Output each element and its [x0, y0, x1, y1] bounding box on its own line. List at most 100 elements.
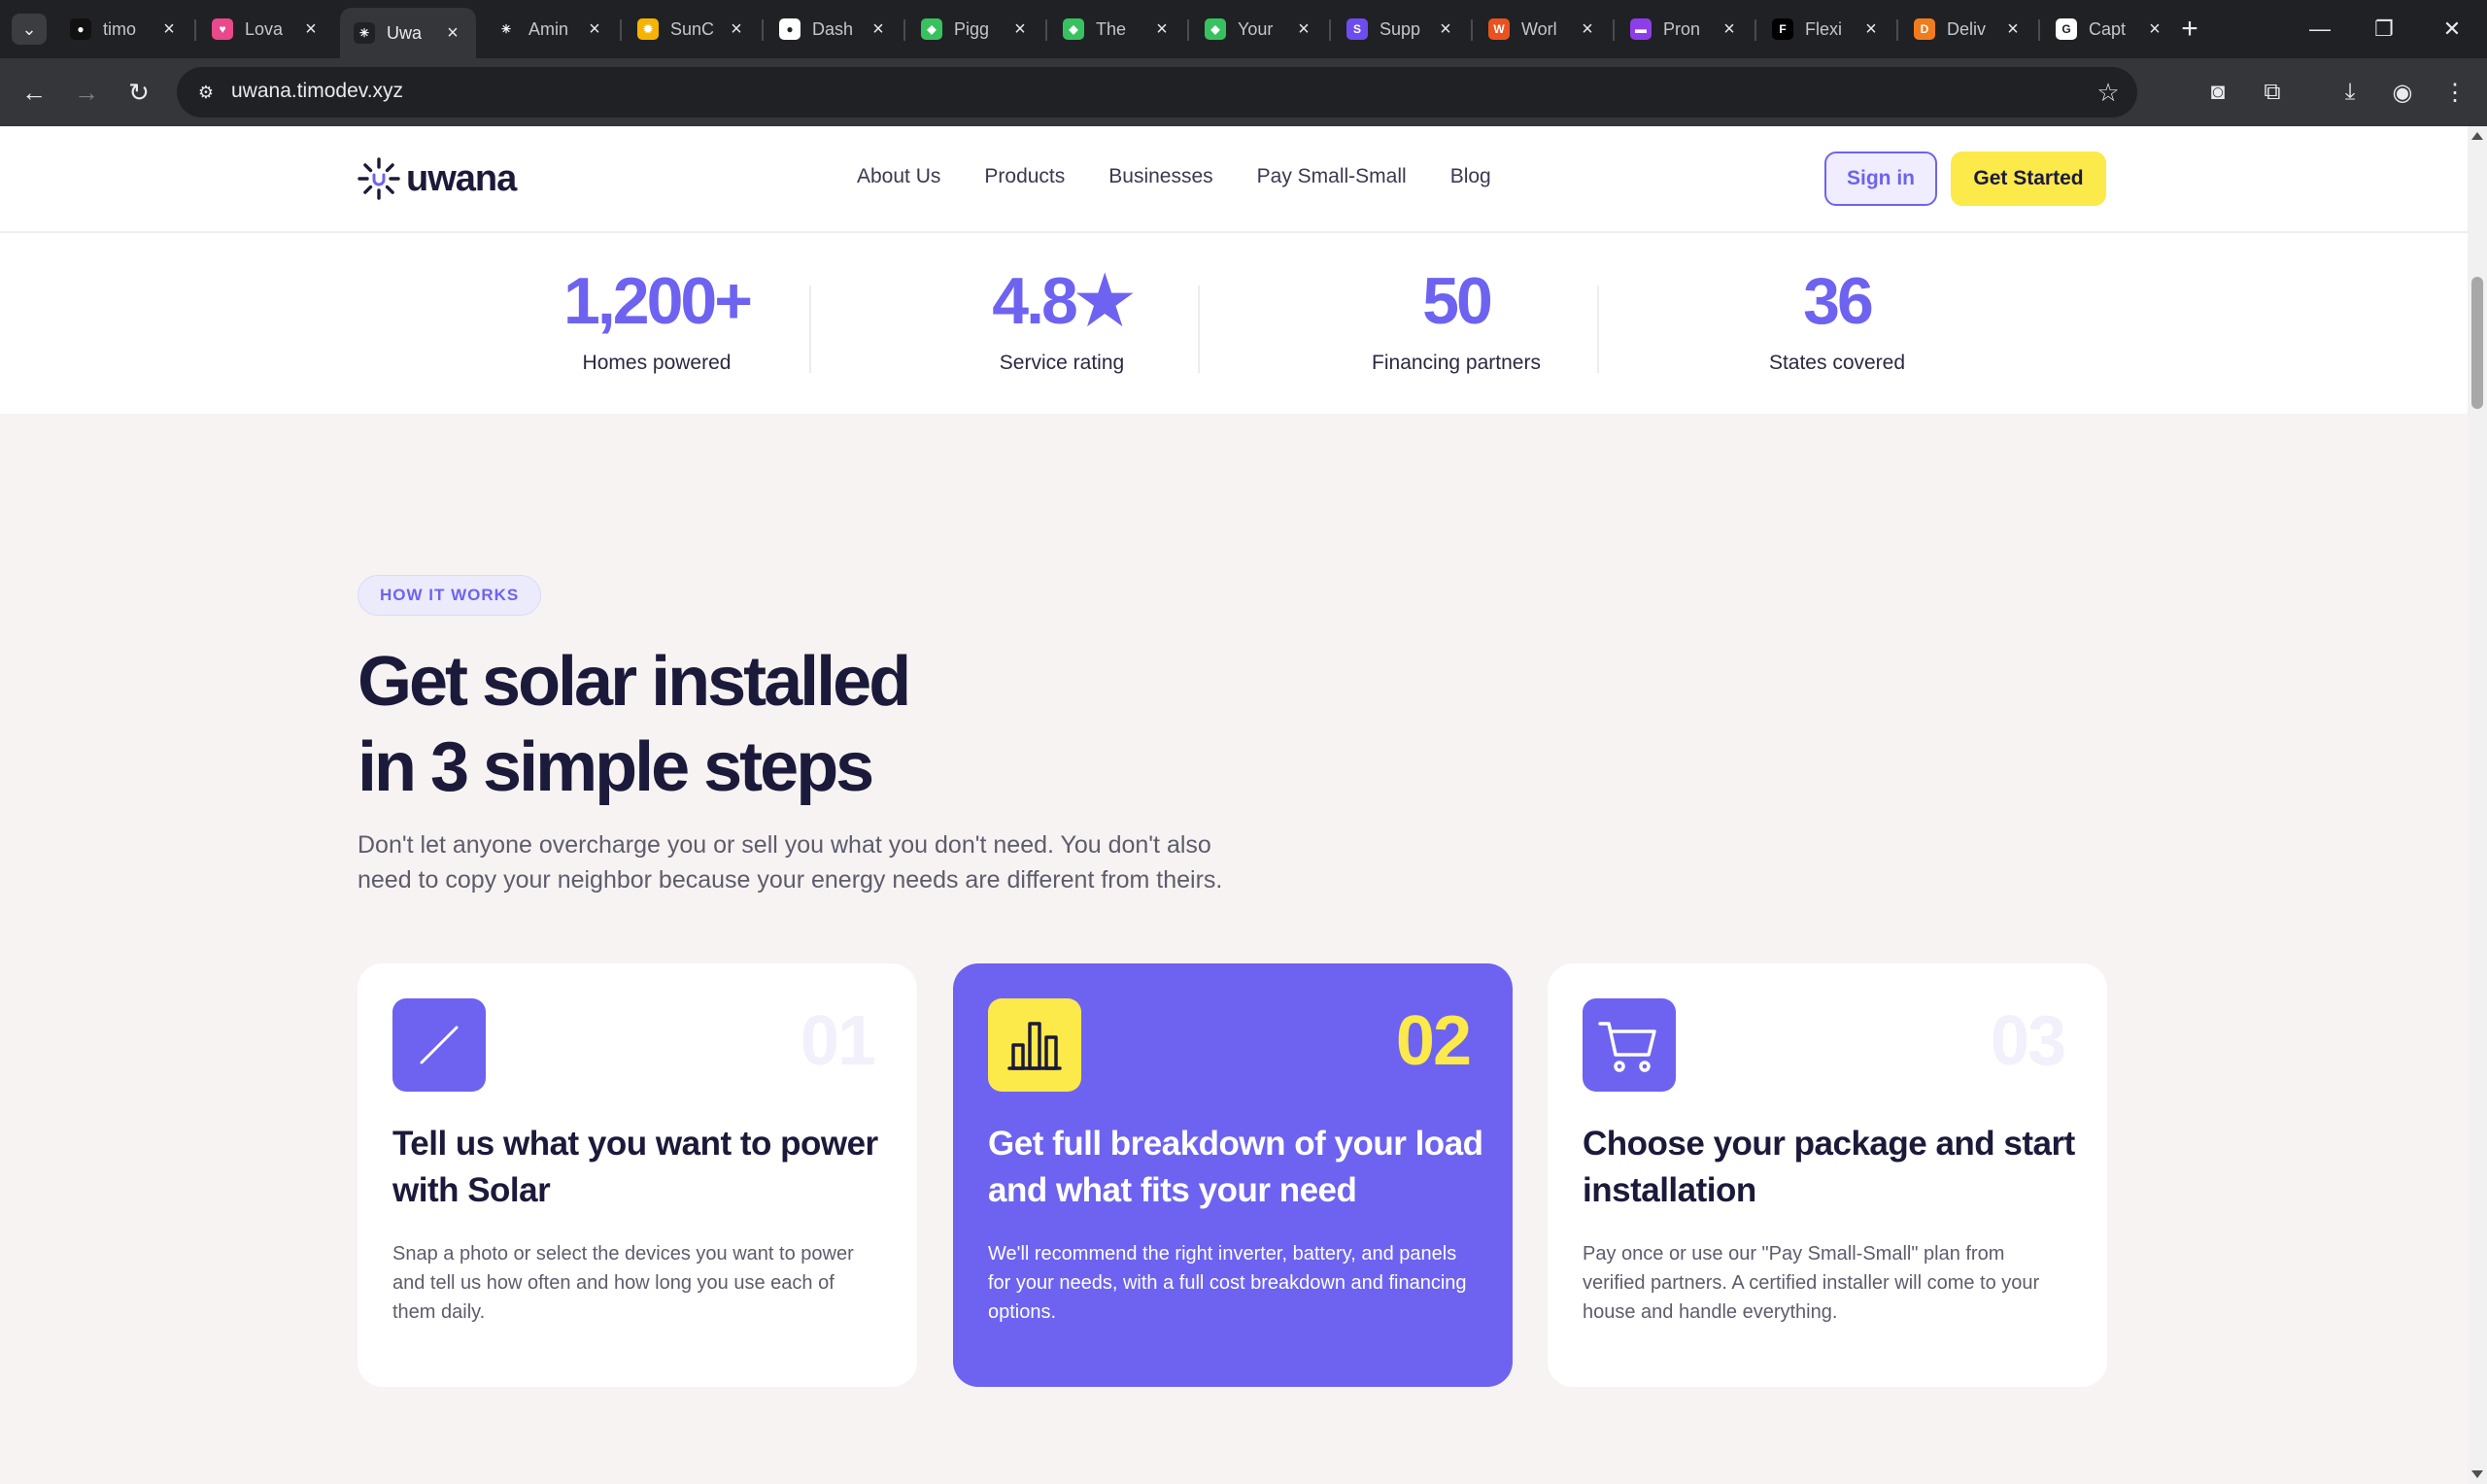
- tab-title: Amin: [528, 18, 569, 39]
- tab-close-icon[interactable]: ×: [869, 18, 888, 41]
- nav-products[interactable]: Products: [984, 165, 1065, 188]
- tab-close-icon[interactable]: ×: [159, 18, 179, 41]
- tab-favicon-icon: ▬: [1630, 18, 1652, 40]
- tab-title: Flexi: [1805, 18, 1843, 39]
- browser-tab[interactable]: ◆ The ×: [1049, 8, 1185, 51]
- stat-label: States covered: [1768, 352, 1906, 374]
- back-button[interactable]: ←: [14, 72, 54, 113]
- logo-text: uwana: [406, 157, 517, 199]
- step-title: Tell us what you want to power with Sola…: [392, 1125, 878, 1209]
- tab-title: Pron: [1663, 18, 1701, 39]
- browser-tab[interactable]: G Capt ×: [2042, 8, 2178, 51]
- reload-icon: ↻: [128, 77, 150, 107]
- tab-close-icon[interactable]: ×: [2003, 18, 2023, 41]
- step-number: 01: [800, 1002, 876, 1080]
- tab-close-icon[interactable]: ×: [1010, 18, 1030, 41]
- browser-tab[interactable]: F Flexi ×: [1758, 8, 1894, 51]
- browser-tab[interactable]: ♥ Lova ×: [198, 8, 334, 51]
- scroll-up-arrow-icon[interactable]: [2471, 132, 2483, 140]
- restore-button[interactable]: ❐: [2355, 8, 2413, 51]
- stat-value: 4.8★: [992, 264, 1135, 338]
- nav-blog[interactable]: Blog: [1450, 165, 1491, 188]
- site-header: uwana About Us Products Businesses Pay S…: [0, 126, 2468, 233]
- tab-title: Your: [1238, 18, 1274, 39]
- tab-close-icon[interactable]: ×: [585, 18, 604, 41]
- browser-tab[interactable]: ● Dash ×: [766, 8, 902, 51]
- browser-tab[interactable]: ✳ Uwa ×: [340, 8, 476, 58]
- forward-button[interactable]: →: [66, 72, 107, 113]
- extensions-icon[interactable]: ⧉: [2252, 72, 2293, 113]
- browser-tab[interactable]: W Worl ×: [1475, 8, 1611, 51]
- scroll-thumb[interactable]: [2471, 277, 2483, 409]
- tab-close-icon[interactable]: ×: [443, 22, 462, 45]
- tab-close-icon[interactable]: ×: [1861, 18, 1881, 41]
- tab-separator: [620, 19, 622, 41]
- tab-close-icon[interactable]: ×: [1578, 18, 1597, 41]
- menu-dots-icon[interactable]: ⋮: [2435, 72, 2475, 113]
- section-badge: HOW IT WORKS: [358, 575, 542, 616]
- tab-close-icon[interactable]: ×: [1720, 18, 1739, 41]
- browser-tab[interactable]: ◆ Pigg ×: [907, 8, 1043, 51]
- get-started-button[interactable]: Get Started: [1951, 152, 2106, 206]
- site-logo[interactable]: uwana: [358, 157, 517, 200]
- tab-close-icon[interactable]: ×: [727, 18, 746, 41]
- tab-separator: [2038, 19, 2040, 41]
- new-tab-button[interactable]: +: [2172, 10, 2207, 49]
- browser-tab[interactable]: ● timo ×: [56, 8, 192, 51]
- section-headline: Get solar installed in 3 simple steps: [358, 639, 1232, 810]
- tab-close-icon[interactable]: ×: [1152, 18, 1172, 41]
- close-window-button[interactable]: ✕: [2423, 8, 2481, 51]
- browser-tab[interactable]: D Deliv ×: [1900, 8, 2036, 51]
- scroll-down-arrow-icon[interactable]: [2471, 1470, 2483, 1478]
- nav-businesses[interactable]: Businesses: [1108, 165, 1212, 188]
- tab-separator: [1613, 19, 1615, 41]
- headline-line-1: Get solar installed: [358, 643, 911, 721]
- main-nav: About Us Products Businesses Pay Small-S…: [857, 165, 1535, 188]
- tab-close-icon[interactable]: ×: [1436, 18, 1455, 41]
- tab-favicon-icon: W: [1488, 18, 1510, 40]
- tab-close-icon[interactable]: ×: [1294, 18, 1313, 41]
- step-title: Get full breakdown of your load and what…: [988, 1125, 1483, 1209]
- tab-favicon-icon: ◆: [1205, 18, 1226, 40]
- profile-icon[interactable]: ◉: [2382, 72, 2423, 113]
- page-scrollbar[interactable]: [2468, 126, 2487, 1484]
- browser-tab[interactable]: ✳ Amin ×: [482, 8, 618, 51]
- page-viewport: uwana About Us Products Businesses Pay S…: [0, 126, 2468, 1484]
- sunburst-logo-icon: [358, 157, 400, 200]
- tab-close-icon[interactable]: ×: [2145, 18, 2164, 41]
- tab-favicon-icon: S: [1346, 18, 1368, 40]
- section-intro: Don't let anyone overcharge you or sell …: [358, 827, 1290, 897]
- nav-about-us[interactable]: About Us: [857, 165, 940, 188]
- minimize-button[interactable]: —: [2291, 8, 2349, 51]
- site-info-icon[interactable]: ⚙: [190, 77, 221, 108]
- browser-tab[interactable]: ▬ Pron ×: [1617, 8, 1753, 51]
- step-number: 02: [1395, 1002, 1472, 1080]
- arrow-right-icon: →: [74, 77, 99, 107]
- tab-search-button[interactable]: ⌄: [12, 14, 47, 45]
- stat-financing-partners: 50 Financing partners: [1311, 268, 1602, 375]
- reload-button[interactable]: ↻: [119, 72, 159, 113]
- tab-favicon-icon: ●: [779, 18, 801, 40]
- nav-pay-small-small[interactable]: Pay Small-Small: [1257, 165, 1407, 188]
- step-title: Choose your package and start installati…: [1583, 1125, 2075, 1209]
- step-number: 03: [1990, 1002, 2066, 1080]
- tab-title: SunC: [670, 18, 715, 39]
- browser-tab[interactable]: S Supp ×: [1333, 8, 1469, 51]
- camera-icon[interactable]: ◙: [2197, 72, 2238, 113]
- download-icon[interactable]: ⤓: [2330, 72, 2370, 113]
- browser-tab-strip: ⌄ ● timo × ♥ Lova × ✳ Uwa × ✳ Amin × ✹ SunC × ● Dash × ◆ Pi…: [0, 0, 2487, 58]
- tab-favicon-icon: ✳: [495, 18, 517, 40]
- arrow-left-icon: ←: [21, 77, 47, 107]
- tab-close-icon[interactable]: ×: [301, 18, 321, 41]
- bookmark-star-icon[interactable]: ☆: [2091, 75, 2126, 110]
- browser-tab[interactable]: ◆ Your ×: [1191, 8, 1327, 51]
- tab-separator: [1755, 19, 1756, 41]
- sign-in-button[interactable]: Sign in: [1824, 152, 1937, 206]
- stat-value: 36: [1803, 264, 1874, 338]
- tab-title: Deliv: [1947, 18, 1987, 39]
- address-bar[interactable]: ⚙ uwana.timodev.xyz ☆: [177, 67, 2137, 118]
- browser-tab[interactable]: ✹ SunC ×: [624, 8, 760, 51]
- slash-icon: [392, 998, 486, 1092]
- stat-value: 1,200+: [563, 264, 753, 338]
- tab-title: The: [1096, 18, 1127, 39]
